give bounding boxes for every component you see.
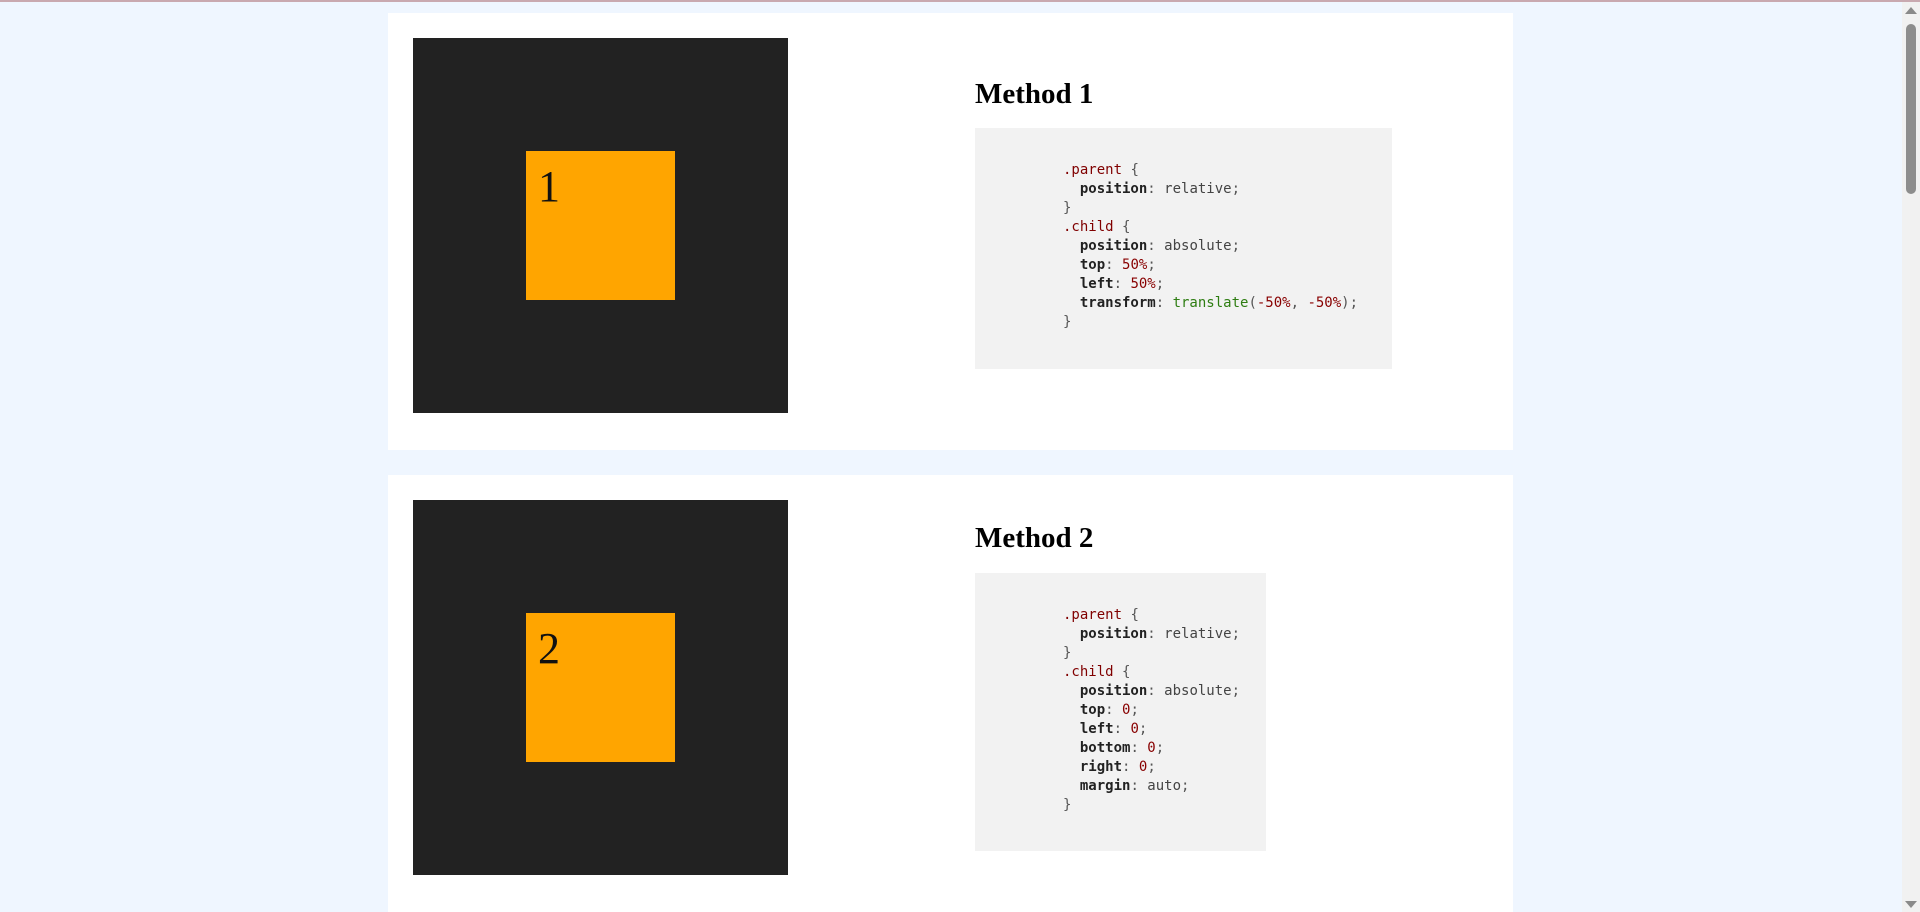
scroll-down-button[interactable] bbox=[1902, 896, 1920, 912]
scroll-up-button[interactable] bbox=[1902, 2, 1920, 18]
triangle-down-icon bbox=[1905, 900, 1917, 908]
parent-demo-box: 1 bbox=[413, 38, 788, 413]
code-line: } bbox=[1063, 314, 1072, 330]
child-demo-box: 1 bbox=[526, 151, 675, 300]
parent-demo-box: 2 bbox=[413, 500, 788, 875]
code-line: transform: translate(-50%, -50%); bbox=[1079, 295, 1359, 311]
scrollbar-thumb[interactable] bbox=[1906, 24, 1916, 194]
code-line: position: absolute; bbox=[1079, 683, 1241, 699]
code-line: bottom: 0; bbox=[1079, 740, 1165, 756]
code-line: left: 0; bbox=[1079, 721, 1148, 737]
method-title: Method 2 bbox=[975, 522, 1094, 554]
code-line: .child { bbox=[1063, 219, 1131, 235]
child-box-number: 2 bbox=[538, 624, 560, 673]
method-card-2: 2 Method 2 .parent { position: relative;… bbox=[388, 475, 1513, 912]
code-line: } bbox=[1063, 200, 1072, 216]
code-line: margin: auto; bbox=[1079, 778, 1190, 794]
code-line: .child { bbox=[1063, 664, 1131, 680]
code-block[interactable]: .parent { position: relative;} .child { p… bbox=[975, 128, 1392, 369]
child-demo-box: 2 bbox=[526, 613, 675, 762]
vertical-scrollbar[interactable] bbox=[1902, 2, 1920, 912]
code-line: top: 50%; bbox=[1079, 257, 1156, 273]
code-line: } bbox=[1063, 645, 1072, 661]
method-card-1: 1 Method 1 .parent { position: relative;… bbox=[388, 13, 1513, 450]
code-line: position: relative; bbox=[1079, 626, 1241, 642]
code-block[interactable]: .parent { position: relative;} .child { p… bbox=[975, 573, 1266, 851]
code-line: left: 50%; bbox=[1079, 276, 1165, 292]
page-viewport: 1 Method 1 .parent { position: relative;… bbox=[0, 2, 1902, 912]
code-line: .parent { bbox=[1063, 162, 1139, 178]
code-line: top: 0; bbox=[1079, 702, 1139, 718]
code-listing[interactable]: .parent { position: relative;} .child { p… bbox=[1063, 606, 1240, 815]
method-title: Method 1 bbox=[975, 78, 1094, 110]
code-line: right: 0; bbox=[1079, 759, 1156, 775]
triangle-up-icon bbox=[1905, 6, 1917, 14]
child-box-number: 1 bbox=[538, 162, 560, 211]
code-line: position: absolute; bbox=[1079, 238, 1241, 254]
code-line: } bbox=[1063, 797, 1072, 813]
code-line: .parent { bbox=[1063, 607, 1139, 623]
code-line: position: relative; bbox=[1079, 181, 1241, 197]
code-listing[interactable]: .parent { position: relative;} .child { p… bbox=[1063, 161, 1358, 332]
